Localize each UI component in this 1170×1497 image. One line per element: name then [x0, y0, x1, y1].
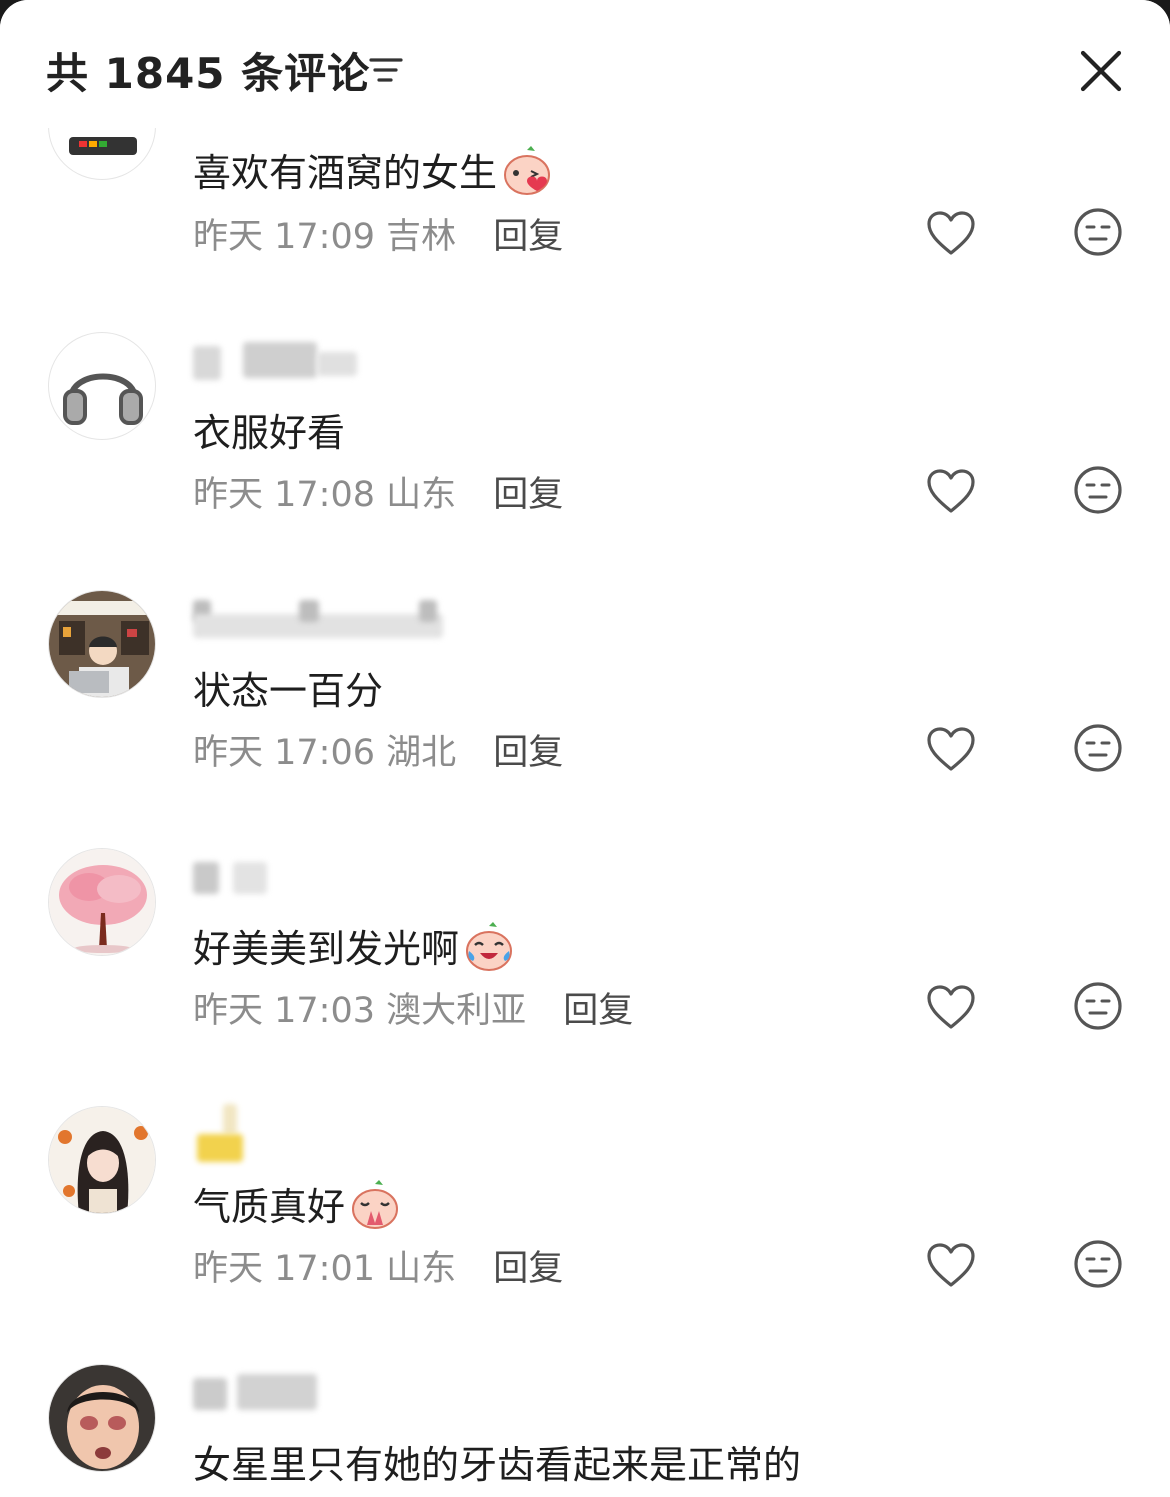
avatar[interactable]: [48, 1106, 156, 1214]
avatar[interactable]: [48, 848, 156, 956]
comments-header: 共 1845 条评论: [0, 0, 1170, 128]
reply-button[interactable]: 回复: [493, 733, 563, 773]
close-icon: [1080, 50, 1122, 92]
comment-text: 喜欢有酒窝的女生: [193, 142, 553, 206]
heart-icon: [927, 211, 975, 255]
comment-location: 吉林: [386, 217, 457, 257]
blossom-tree-avatar: [49, 849, 155, 955]
comment-text: 状态一百分: [193, 669, 384, 713]
meh-face-icon: [1074, 724, 1122, 772]
comments-sheet: 喜欢有酒窝的女生 昨天 17:09 吉林 回复 衣服好看 昨天 17:08 山东…: [0, 0, 1170, 1497]
dislike-button[interactable]: [1073, 981, 1123, 1031]
like-button[interactable]: [926, 468, 976, 514]
comment-location: 山东: [386, 1249, 457, 1289]
comment-time: 昨天 17:03: [193, 991, 375, 1031]
comment-text: 气质真好: [193, 1176, 401, 1240]
comment-count-title: 共 1845 条评论: [46, 49, 371, 98]
peach-pray-emoji: [349, 1179, 401, 1240]
like-button[interactable]: [926, 726, 976, 772]
comment-meta: 昨天 17:09 吉林 回复: [193, 208, 563, 259]
comment-meta: 昨天 17:06 湖北 回复: [193, 724, 563, 775]
comment-meta: 昨天 17:08 山东 回复: [193, 466, 563, 517]
close-button[interactable]: [1076, 46, 1126, 96]
comment-location: 山东: [386, 475, 457, 515]
avatar[interactable]: [48, 590, 156, 698]
comment-text: 衣服好看: [193, 411, 346, 455]
reply-button[interactable]: 回复: [493, 217, 563, 257]
dislike-button[interactable]: [1073, 207, 1123, 257]
comment-time: 昨天 17:09: [193, 217, 375, 257]
username[interactable]: [193, 596, 453, 644]
like-button[interactable]: [926, 210, 976, 256]
comment-location: 湖北: [386, 733, 457, 773]
username[interactable]: [193, 854, 283, 902]
headphones-icon: [63, 373, 143, 425]
username[interactable]: [193, 1104, 253, 1164]
reply-button[interactable]: 回复: [493, 1249, 563, 1289]
comment-meta: 昨天 17:01 山东 回复: [193, 1240, 563, 1291]
child-photo-avatar: [49, 1365, 155, 1471]
heart-icon: [927, 985, 975, 1029]
username[interactable]: [193, 338, 363, 386]
username[interactable]: [193, 1370, 323, 1418]
meh-face-icon: [1074, 982, 1122, 1030]
comment-text: 女星里只有她的牙齿看起来是正常的: [193, 1443, 802, 1487]
heart-icon: [927, 469, 975, 513]
heart-icon: [927, 1243, 975, 1287]
illustrated-girl-avatar: [49, 1107, 155, 1213]
meh-face-icon: [1074, 1240, 1122, 1288]
dislike-button[interactable]: [1073, 723, 1123, 773]
reply-button[interactable]: 回复: [493, 475, 563, 515]
peach-laugh-cry-emoji: [463, 921, 515, 982]
like-button[interactable]: [926, 984, 976, 1030]
comment-time: 昨天 17:08: [193, 475, 375, 515]
comment-list[interactable]: 喜欢有酒窝的女生 昨天 17:09 吉林 回复 衣服好看 昨天 17:08 山东…: [0, 0, 1170, 1497]
comment-time: 昨天 17:06: [193, 733, 375, 773]
heart-icon: [927, 727, 975, 771]
like-button[interactable]: [926, 1242, 976, 1288]
comment-location: 澳大利亚: [386, 991, 527, 1031]
meh-face-icon: [1074, 466, 1122, 514]
dislike-button[interactable]: [1073, 465, 1123, 515]
avatar[interactable]: [48, 1364, 156, 1472]
comment-text: 好美美到发光啊: [193, 918, 515, 982]
comment-time: 昨天 17:01: [193, 1249, 375, 1289]
avatar[interactable]: [48, 332, 156, 440]
dislike-button[interactable]: [1073, 1239, 1123, 1289]
peach-kiss-emoji: [501, 145, 553, 206]
meh-face-icon: [1074, 208, 1122, 256]
comment-meta: 昨天 17:03 澳大利亚 回复: [193, 982, 633, 1033]
filter-lines-icon[interactable]: [368, 55, 404, 85]
reply-button[interactable]: 回复: [563, 991, 633, 1031]
